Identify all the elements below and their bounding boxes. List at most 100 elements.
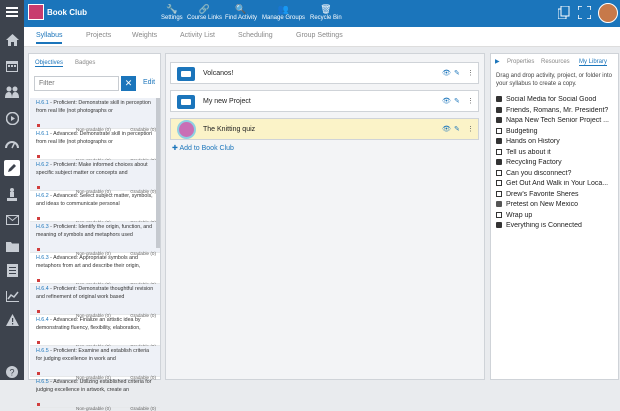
course-links-button[interactable]: 🔗 Course Links <box>187 3 222 21</box>
status-dot <box>37 155 40 158</box>
eye-icon[interactable]: 👁 <box>442 69 451 77</box>
library-item[interactable]: Recycling Factory <box>496 159 616 166</box>
status-dot <box>37 372 40 375</box>
people-icon[interactable] <box>4 84 20 100</box>
library-item[interactable]: Everything is Connected <box>496 222 616 229</box>
library-item[interactable]: Napa New Tech Senior Project ... <box>496 117 616 124</box>
tab-group-settings[interactable]: Group Settings <box>296 32 343 39</box>
objective-text: H.6.2 - Proficient: Make informed choice… <box>36 162 156 184</box>
course-title[interactable]: Book Club <box>47 8 87 17</box>
edit-icon[interactable] <box>4 160 20 176</box>
eye-icon[interactable]: 👁 <box>442 97 451 105</box>
objective-item[interactable]: H.6.5 - Advanced: Utilizing established … <box>30 377 160 411</box>
more-icon[interactable]: ⋮ <box>467 125 474 133</box>
objective-item[interactable]: H.6.3 - Advanced: Appropriate symbols an… <box>30 253 160 287</box>
library-item-label: Napa New Tech Senior Project ... <box>506 117 609 124</box>
objective-text: H.6.4 - Advanced: Finalize an artistic i… <box>36 317 156 339</box>
library-item[interactable]: Budgeting <box>496 127 616 135</box>
pencil-icon[interactable]: ✎ <box>454 125 460 133</box>
home-icon[interactable] <box>4 32 20 48</box>
objective-item[interactable]: H.6.5 - Proficient: Examine and establis… <box>30 346 160 380</box>
objective-text: H.6.3 - Advanced: Appropriate symbols an… <box>36 255 156 277</box>
scrollbar[interactable] <box>156 98 160 248</box>
objective-code: H.6.1 <box>36 131 49 137</box>
tab-scheduling[interactable]: Scheduling <box>238 32 273 39</box>
objective-item[interactable]: H.6.2 - Advanced: Select subject matter,… <box>30 191 160 225</box>
manage-groups-button[interactable]: 👥 Manage Groups <box>262 3 305 21</box>
alert-icon[interactable] <box>4 312 20 328</box>
syllabus-item-title[interactable]: The Knitting quiz <box>203 126 255 133</box>
library-item[interactable]: Wrap up <box>496 211 616 219</box>
library-item-label: Wrap up <box>506 211 533 219</box>
mail-icon[interactable] <box>4 212 20 228</box>
library-item[interactable]: Drew's Favorite Sheres <box>496 190 616 198</box>
syllabus-item[interactable]: The Knitting quiz 👁 ✎ ⋮ <box>170 118 479 140</box>
syllabus-item[interactable]: My new Project 👁 ✎ ⋮ <box>170 90 479 112</box>
copy-icon[interactable] <box>557 5 570 21</box>
library-item[interactable]: Can you disconnect? <box>496 169 616 177</box>
objective-item[interactable]: H.6.4 - Proficient: Demonstrate thoughtf… <box>30 284 160 318</box>
library-item-label: Can you disconnect? <box>506 169 572 177</box>
objective-code: H.6.1 <box>36 100 49 106</box>
chart-icon[interactable] <box>4 288 20 304</box>
podium-icon[interactable] <box>4 186 20 202</box>
objective-item[interactable]: H.6.1 - Proficient: Demonstrate skill in… <box>30 98 160 132</box>
library-item[interactable]: Pretest on New Mexico <box>496 201 616 208</box>
objective-item[interactable]: H.6.2 - Proficient: Make informed choice… <box>30 160 160 194</box>
tab-resources[interactable]: Resources <box>541 59 570 65</box>
more-icon[interactable]: ⋮ <box>467 69 474 77</box>
tab-projects[interactable]: Projects <box>86 32 111 39</box>
library-item[interactable]: Tell us about it <box>496 148 616 156</box>
calendar-icon[interactable] <box>4 58 20 74</box>
avatar[interactable] <box>598 3 618 23</box>
add-to-course-link[interactable]: ✚ Add to Book Club <box>172 144 234 152</box>
objective-description: - Advanced: Finalize an artistic idea by… <box>36 317 141 331</box>
tab-objectives[interactable]: Objectives <box>35 60 64 67</box>
library-item[interactable]: Get Out And Walk in Your Loca... <box>496 180 616 187</box>
objective-description: - Advanced: Utilizing established criter… <box>36 379 152 393</box>
more-icon[interactable]: ⋮ <box>467 97 474 105</box>
folder-icon <box>496 96 502 102</box>
library-item[interactable]: Hands on History <box>496 138 616 145</box>
report-icon[interactable] <box>4 262 20 278</box>
menu-icon[interactable] <box>4 4 20 20</box>
tab-properties[interactable]: Properties <box>507 59 534 65</box>
doc-icon <box>496 127 502 134</box>
library-item[interactable]: Friends, Romans, Mr. President? <box>496 106 616 114</box>
library-item-label: Budgeting <box>506 127 538 135</box>
recycle-bin-button[interactable]: 🗑 Recycle Bin <box>310 3 342 21</box>
help-icon[interactable]: ? <box>4 364 20 380</box>
filter-input[interactable] <box>34 76 119 91</box>
play-icon[interactable] <box>4 110 20 126</box>
expand-icon[interactable] <box>577 5 592 21</box>
objective-item[interactable]: H.6.1 - Advanced: Demonstrate skill in p… <box>30 129 160 163</box>
folder-icon[interactable] <box>4 238 20 254</box>
tab-my-library[interactable]: My Library <box>579 59 608 66</box>
gauge-icon[interactable] <box>4 136 20 152</box>
status-dot <box>37 217 40 220</box>
pencil-icon[interactable]: ✎ <box>454 97 460 105</box>
objective-item[interactable]: H.6.4 - Advanced: Finalize an artistic i… <box>30 315 160 349</box>
find-activity-button[interactable]: 🔍 Find Activity <box>225 3 257 21</box>
eye-icon[interactable]: 👁 <box>442 125 451 133</box>
library-panel: ▶ Properties Resources My Library Drag a… <box>490 53 619 380</box>
syllabus-item-title[interactable]: My new Project <box>203 98 251 105</box>
syllabus-item[interactable]: Volcanos! 👁 ✎ ⋮ <box>170 62 479 84</box>
objective-code: H.6.5 <box>36 348 49 354</box>
edit-objectives-link[interactable]: Edit <box>143 79 155 86</box>
non-gradable-count: Non-gradable (0) <box>76 406 111 411</box>
syllabus-item-title[interactable]: Volcanos! <box>203 70 233 77</box>
tab-activity-list[interactable]: Activity List <box>180 32 215 39</box>
tab-badges[interactable]: Badges <box>75 60 95 66</box>
tab-weights[interactable]: Weights <box>132 32 157 39</box>
clear-filter-button[interactable]: ✕ <box>121 76 136 91</box>
pencil-icon[interactable]: ✎ <box>454 69 460 77</box>
library-hint: Drag and drop activity, project, or fold… <box>496 73 612 87</box>
top-bar: Book Club ▼ 🔧 Settings 🔗 Course Links 🔍 Fin… <box>24 0 620 27</box>
library-item[interactable]: Social Media for Social Good <box>496 96 616 103</box>
collapse-panel-icon[interactable]: ▶ <box>495 58 500 65</box>
settings-button[interactable]: 🔧 Settings <box>161 3 183 21</box>
objective-item[interactable]: H.6.3 - Proficient: Identify the origin,… <box>30 222 160 256</box>
tab-syllabus[interactable]: Syllabus <box>36 32 63 44</box>
objective-code: H.6.4 <box>36 317 49 323</box>
